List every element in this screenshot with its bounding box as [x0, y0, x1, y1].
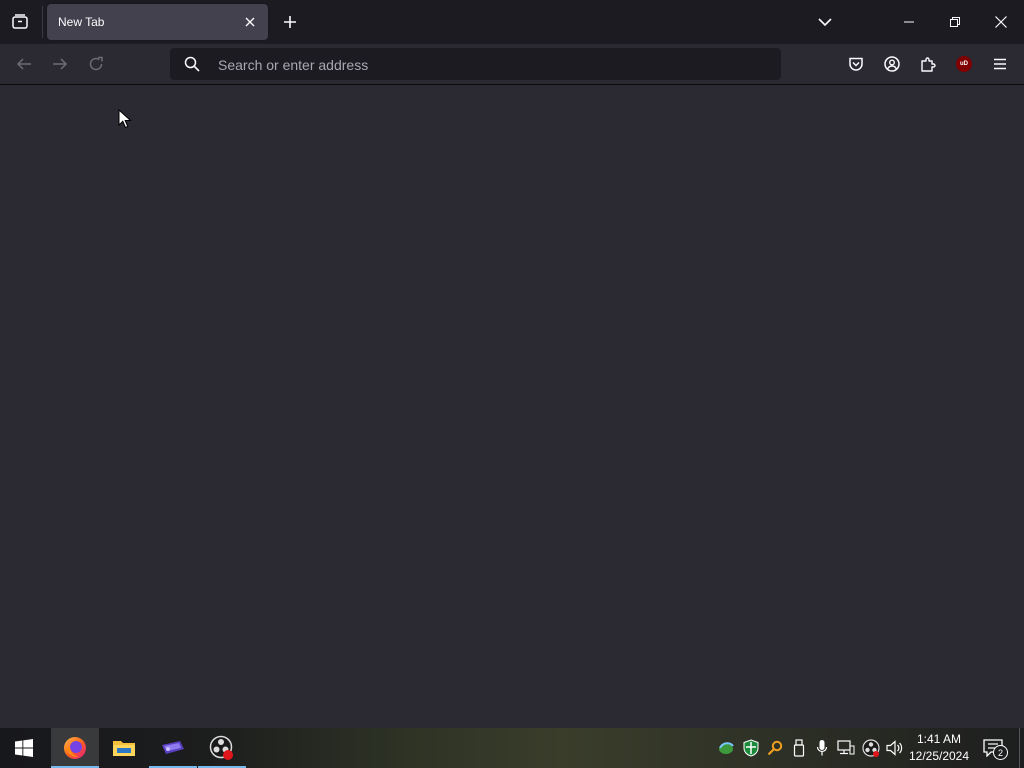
account-icon [884, 56, 900, 72]
taskbar-firefox[interactable] [51, 728, 99, 768]
puzzle-icon [920, 56, 936, 72]
extensions-button[interactable] [912, 48, 944, 80]
show-desktop-button[interactable] [1019, 728, 1024, 768]
arrow-right-icon [52, 56, 68, 72]
back-button[interactable] [8, 48, 40, 80]
tab-separator [42, 6, 43, 38]
tray-volume[interactable] [885, 738, 905, 758]
arrow-left-icon [16, 56, 32, 72]
mouse-cursor-icon [118, 109, 132, 129]
pocket-icon [848, 56, 864, 72]
ublock-origin-button[interactable]: uD [948, 48, 980, 80]
restore-icon [950, 17, 960, 27]
obs-tray-icon [862, 739, 880, 757]
search-icon [184, 56, 200, 72]
tray-microphone[interactable] [812, 738, 832, 758]
action-center-button[interactable]: 2 [978, 734, 1008, 762]
tray-network-share[interactable] [716, 738, 736, 758]
application-menu-button[interactable] [984, 48, 1016, 80]
minimize-icon [904, 17, 914, 27]
page-content[interactable] [0, 85, 1024, 728]
start-button[interactable] [0, 728, 48, 768]
firefox-icon [62, 735, 88, 761]
tab-strip: New Tab [0, 0, 1024, 44]
navigation-toolbar: uD [0, 44, 1024, 85]
window-restore-button[interactable] [932, 0, 978, 44]
tray-security[interactable] [741, 738, 761, 758]
address-bar[interactable] [170, 48, 781, 82]
taskbar-clock[interactable]: 1:41 AM 12/25/2024 [906, 731, 972, 765]
tab-list-button[interactable] [6, 8, 34, 36]
tab-close-button[interactable] [240, 12, 260, 32]
tray-usb[interactable] [789, 738, 809, 758]
reload-icon [88, 56, 104, 72]
app-icon [160, 740, 186, 756]
plus-icon [283, 15, 297, 29]
network-icon [837, 740, 855, 756]
taskbar-file-explorer[interactable] [100, 728, 148, 768]
search-key-icon [767, 740, 783, 756]
hamburger-menu-icon [992, 56, 1008, 72]
ublock-origin-icon: uD [956, 56, 972, 72]
tray-obs[interactable] [861, 738, 881, 758]
close-icon [245, 17, 255, 27]
microphone-icon [816, 739, 828, 757]
list-all-tabs-button[interactable] [811, 8, 839, 36]
network-share-icon [717, 740, 735, 756]
folder-icon [112, 738, 136, 758]
security-shield-icon [743, 739, 759, 757]
tray-search-tool[interactable] [765, 738, 785, 758]
chevron-down-icon [818, 17, 832, 27]
window-minimize-button[interactable] [886, 0, 932, 44]
address-input[interactable] [216, 48, 770, 82]
obs-icon [209, 735, 235, 761]
usb-drive-icon [793, 739, 805, 757]
notification-count-badge: 2 [993, 745, 1008, 760]
tab-list-icon [11, 13, 29, 31]
reload-button[interactable] [80, 48, 112, 80]
taskbar-obs[interactable] [198, 728, 246, 768]
taskbar-app[interactable] [149, 728, 197, 768]
close-icon [995, 16, 1007, 28]
taskbar: 1:41 AM 12/25/2024 2 [0, 728, 1024, 768]
volume-icon [886, 740, 904, 756]
windows-logo-icon [15, 739, 33, 757]
tab-title: New Tab [58, 15, 105, 29]
window-close-button[interactable] [978, 0, 1024, 44]
tray-network[interactable] [836, 738, 856, 758]
account-button[interactable] [876, 48, 908, 80]
new-tab-button[interactable] [276, 8, 304, 36]
forward-button[interactable] [44, 48, 76, 80]
tab-new-tab[interactable]: New Tab [47, 4, 268, 40]
save-to-pocket-button[interactable] [840, 48, 872, 80]
clock-date: 12/25/2024 [908, 749, 970, 763]
clock-time: 1:41 AM [916, 732, 962, 746]
